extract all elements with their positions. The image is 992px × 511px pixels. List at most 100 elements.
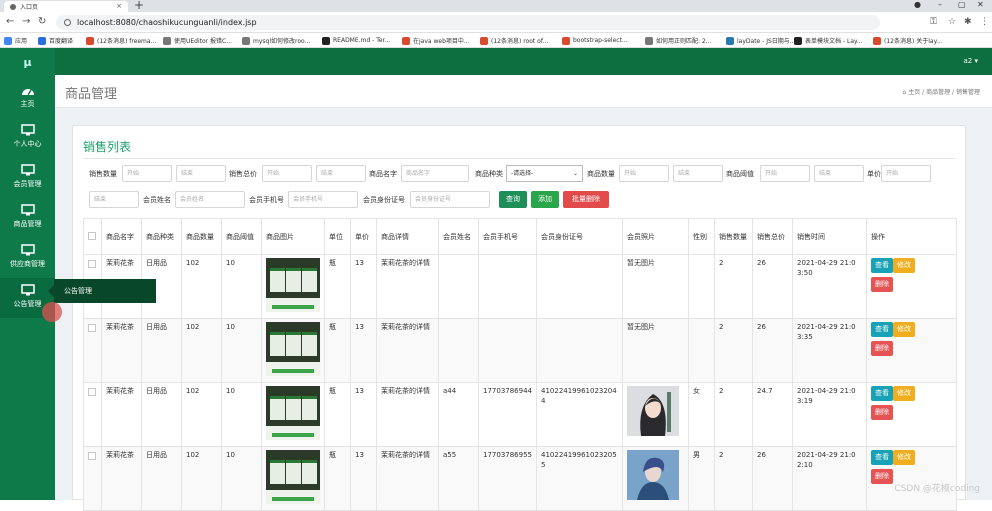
unit-price-start-input[interactable]: 开始 xyxy=(881,165,931,182)
row-checkbox[interactable] xyxy=(88,260,96,268)
title-divider xyxy=(83,158,955,159)
member-phone-input[interactable]: 会员手机号 xyxy=(288,191,358,208)
bookmark-favicon-icon xyxy=(645,37,653,45)
bookmark-item[interactable]: layDate - JS日期与... xyxy=(726,35,796,46)
bookmark-item[interactable]: 表单模块文档 - Lay... xyxy=(794,35,862,46)
bookmark-item[interactable]: (12条消息) 关于lay... xyxy=(873,35,942,46)
minimize-button[interactable]: – xyxy=(938,0,942,9)
actions-cell: 查看修改删除 xyxy=(867,319,957,383)
product-qty-start-input[interactable]: 开始 xyxy=(619,165,669,182)
extensions-icon[interactable]: ✱ xyxy=(964,17,972,27)
bookmark-item[interactable]: 如何用正则匹配: 2... xyxy=(645,35,711,46)
bookmark-item[interactable]: 百度翻译 xyxy=(38,35,73,46)
unit-price-end-input[interactable]: 结束 xyxy=(89,191,139,208)
bookmark-item[interactable]: bootstrap-select... xyxy=(562,35,628,46)
content-area: 销售列表 销售数量 开始 结束 销售总价 开始 结束 商品名字 商品名字 商品种… xyxy=(55,108,992,500)
table-row: 茉莉花茶日用品10210瓶13茉莉花茶的详情暂无图片2262021-04-29 … xyxy=(84,319,957,383)
delete-button[interactable]: 删除 xyxy=(871,469,893,484)
breadcrumb-section[interactable]: 商品管理 xyxy=(926,89,950,96)
table-cell: 瓶 xyxy=(325,383,351,447)
sale-qty-start-input[interactable]: 开始 xyxy=(122,165,172,182)
sale-qty-end-input[interactable]: 结束 xyxy=(176,165,226,182)
row-checkbox[interactable] xyxy=(88,324,96,332)
table-cell: a55 xyxy=(439,447,479,511)
product-image-cell xyxy=(262,255,325,319)
sidebar-item[interactable]: 个人中心 xyxy=(0,118,55,158)
edit-button[interactable]: 修改 xyxy=(893,386,915,401)
bookmark-item[interactable]: mysql如何修改roo... xyxy=(242,35,310,46)
product-qty-end-input[interactable]: 结束 xyxy=(673,165,723,182)
close-tab-icon[interactable]: × xyxy=(116,2,122,10)
member-phone-label: 会员手机号 xyxy=(249,195,284,205)
unit-price-label: 单价 xyxy=(867,169,881,179)
product-type-select[interactable]: -请选择- ⌄ xyxy=(506,165,583,182)
view-button[interactable]: 查看 xyxy=(871,450,893,465)
package-label xyxy=(272,433,314,437)
bookmark-item[interactable]: 应用 xyxy=(4,35,27,46)
add-button[interactable]: 添加 xyxy=(531,191,559,208)
delete-button[interactable]: 删除 xyxy=(871,405,893,420)
view-button[interactable]: 查看 xyxy=(871,258,893,273)
bookmark-item[interactable]: 使用UEditor 报错C... xyxy=(163,35,232,46)
back-icon[interactable]: ← xyxy=(6,16,14,27)
star-icon[interactable]: ☆ xyxy=(948,17,956,27)
row-checkbox[interactable] xyxy=(88,452,96,460)
bookmark-item[interactable]: 在java web项目中... xyxy=(402,35,470,46)
member-id-input[interactable]: 会员身份证号 xyxy=(410,191,490,208)
table-cell xyxy=(479,255,537,319)
table-cell: 410224199610232055 xyxy=(537,447,623,511)
sale-total-start-input[interactable]: 开始 xyxy=(262,165,312,182)
threshold-end-input[interactable]: 结束 xyxy=(814,165,864,182)
view-button[interactable]: 查看 xyxy=(871,322,893,337)
table-cell: 日用品 xyxy=(142,319,182,383)
browser-tabstrip: 入口页 × + ● – ▢ ✕ xyxy=(0,0,992,12)
table-cell: 茉莉花茶 xyxy=(102,383,142,447)
edit-button[interactable]: 修改 xyxy=(893,450,915,465)
bookmark-item[interactable]: (12条消息) root of... xyxy=(480,35,548,46)
view-button[interactable]: 查看 xyxy=(871,386,893,401)
search-button[interactable]: 查询 xyxy=(499,191,527,208)
edit-button[interactable]: 修改 xyxy=(893,258,915,273)
actions-cell: 查看修改删除 xyxy=(867,255,957,319)
maximize-button[interactable]: ▢ xyxy=(958,0,966,9)
product-name-input[interactable]: 商品名字 xyxy=(401,165,469,182)
sidebar-item[interactable]: 商品管理 xyxy=(0,198,55,238)
bookmark-item[interactable]: README.md - Ter... xyxy=(322,35,390,46)
table-row: 茉莉花茶日用品10210瓶13茉莉花茶的详情暂无图片2262021-04-29 … xyxy=(84,255,957,319)
reload-icon[interactable]: ↻ xyxy=(38,16,46,27)
bookmark-favicon-icon xyxy=(86,37,94,45)
breadcrumb: ⌂ 主页 / 商品管理 / 销售管理 xyxy=(903,87,980,96)
sidebar-item[interactable]: 主页 xyxy=(0,78,55,118)
table-cell: 13 xyxy=(351,255,377,319)
delete-button[interactable]: 删除 xyxy=(871,277,893,292)
sidebar-item-label: 主页 xyxy=(21,100,35,108)
select-all-checkbox[interactable] xyxy=(88,232,96,240)
browser-tab[interactable]: 入口页 × xyxy=(4,1,128,12)
jar-shape xyxy=(302,396,317,420)
key-icon[interactable]: ⚿ xyxy=(930,17,937,27)
breadcrumb-home[interactable]: 主页 xyxy=(908,89,920,96)
account-icon[interactable]: ● xyxy=(914,0,921,9)
jar-shape xyxy=(302,268,317,292)
forward-icon[interactable]: → xyxy=(22,16,30,27)
sale-total-end-input[interactable]: 结束 xyxy=(316,165,366,182)
threshold-start-input[interactable]: 开始 xyxy=(760,165,810,182)
menu-icon[interactable]: ⋮ xyxy=(980,17,989,27)
bookmark-label: 应用 xyxy=(15,36,27,45)
sidebar-item-label: 供应商管理 xyxy=(10,260,45,268)
address-bar[interactable]: localhost:8080/chaoshikucunguanli/index.… xyxy=(56,15,880,30)
edit-button[interactable]: 修改 xyxy=(893,322,915,337)
sidebar-item[interactable]: 供应商管理 xyxy=(0,238,55,278)
table-cell: 24.7 xyxy=(753,383,793,447)
column-header: 销售总价 xyxy=(753,219,793,255)
chevron-down-icon: ⌄ xyxy=(573,166,578,181)
row-checkbox[interactable] xyxy=(88,388,96,396)
user-menu[interactable]: a2 ▾ xyxy=(964,57,978,65)
member-name-input[interactable]: 会员姓名 xyxy=(175,191,245,208)
bookmark-item[interactable]: (12条消息) freema... xyxy=(86,35,156,46)
new-tab-button[interactable]: + xyxy=(134,0,144,12)
close-window-button[interactable]: ✕ xyxy=(977,0,984,9)
sidebar-item[interactable]: 会员管理 xyxy=(0,158,55,198)
batch-delete-button[interactable]: 批量删除 xyxy=(563,191,609,208)
delete-button[interactable]: 删除 xyxy=(871,341,893,356)
